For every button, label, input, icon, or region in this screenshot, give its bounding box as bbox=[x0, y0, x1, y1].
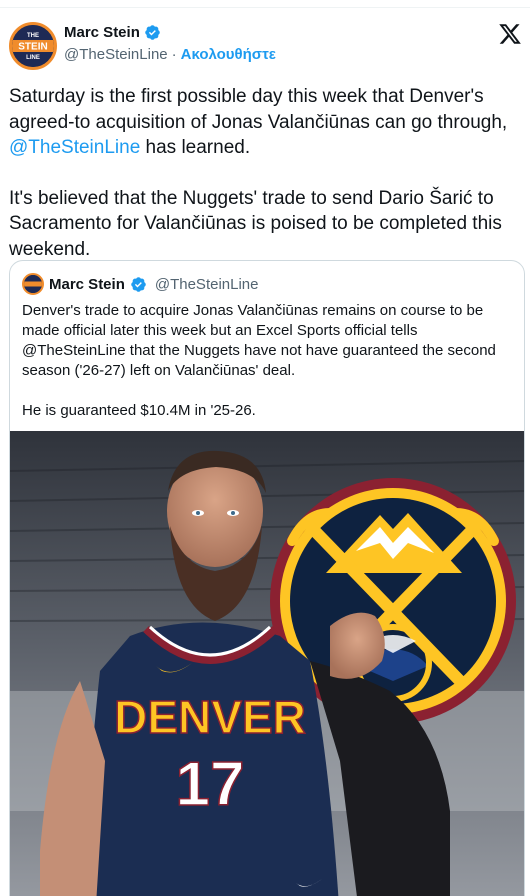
tweet-paragraph-2: It's believed that the Nuggets' trade to… bbox=[9, 187, 502, 260]
avatar[interactable]: THE STEIN LINE bbox=[9, 22, 57, 70]
author-handle[interactable]: @TheSteinLine bbox=[64, 46, 168, 63]
x-logo-icon[interactable] bbox=[498, 22, 522, 46]
tweet-paragraph-1: Saturday is the first possible day this … bbox=[9, 84, 525, 161]
top-divider bbox=[0, 0, 530, 8]
separator: · bbox=[171, 46, 177, 63]
avatar-text-mid: STEIN bbox=[18, 42, 47, 53]
mention-link[interactable]: @TheSteinLine bbox=[9, 137, 140, 158]
tweet-header: THE STEIN LINE Marc Stein @TheSteinLine … bbox=[0, 18, 530, 74]
media-photo[interactable]: DENVER 17 bbox=[10, 431, 524, 896]
author-handle-row: @TheSteinLine · Ακολουθήστε bbox=[64, 46, 276, 63]
quoted-paragraph-2: He is guaranteed $10.4M in '25-26. bbox=[22, 402, 256, 419]
quoted-tweet-header: Marc Stein @TheSteinLine bbox=[22, 273, 258, 295]
author-name[interactable]: Marc Stein bbox=[64, 24, 140, 41]
tweet-text-1b: has learned. bbox=[140, 137, 251, 158]
avatar-text-top: THE bbox=[27, 33, 39, 39]
tweet-body: Saturday is the first possible day this … bbox=[9, 84, 525, 262]
quoted-author-name: Marc Stein bbox=[49, 275, 125, 293]
author-name-row: Marc Stein bbox=[64, 24, 161, 41]
quoted-tweet-body: Denver's trade to acquire Jonas Valančiū… bbox=[22, 301, 512, 421]
quoted-avatar bbox=[22, 273, 44, 295]
verified-badge-icon bbox=[144, 24, 161, 41]
quoted-tweet[interactable]: Marc Stein @TheSteinLine Denver's trade … bbox=[9, 260, 525, 896]
verified-badge-icon bbox=[130, 276, 147, 293]
jersey-number: 17 bbox=[176, 750, 245, 819]
tweet-text-1a: Saturday is the first possible day this … bbox=[9, 86, 508, 133]
quoted-paragraph-1: Denver's trade to acquire Jonas Valančiū… bbox=[22, 302, 496, 379]
jersey-text: DENVER bbox=[114, 691, 306, 743]
follow-button[interactable]: Ακολουθήστε bbox=[181, 46, 276, 63]
quoted-author-handle: @TheSteinLine bbox=[154, 275, 259, 293]
avatar-text-bottom: LINE bbox=[26, 55, 40, 61]
